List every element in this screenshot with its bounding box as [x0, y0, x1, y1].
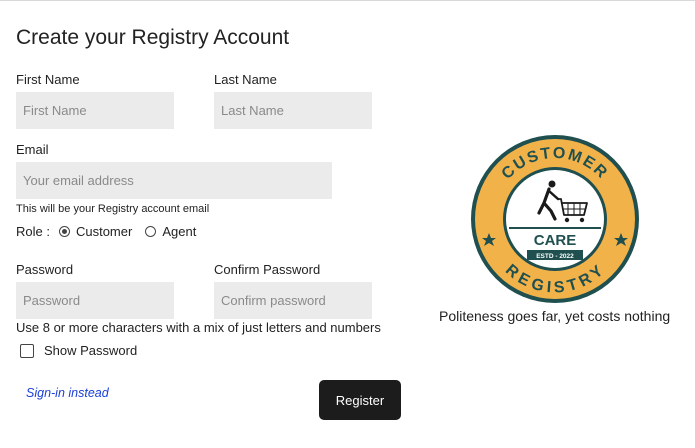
- show-password-label: Show Password: [44, 343, 138, 358]
- top-divider: [0, 0, 695, 1]
- password-hint: Use 8 or more characters with a mix of j…: [16, 320, 381, 335]
- password-input[interactable]: [16, 282, 174, 319]
- role-label: Role :: [16, 224, 50, 239]
- role-group: Role : Customer Agent: [16, 224, 196, 239]
- logo-estd-text: ESTD - 2022: [536, 253, 574, 260]
- customer-care-registry-logo: CUSTOMER REGISTRY CARE ESTD - 2022: [469, 133, 641, 305]
- role-option-customer[interactable]: Customer: [58, 224, 133, 239]
- email-label: Email: [16, 142, 49, 157]
- last-name-input[interactable]: [214, 92, 372, 129]
- email-input[interactable]: [16, 162, 332, 199]
- tagline: Politeness goes far, yet costs nothing: [439, 308, 671, 324]
- show-password-toggle[interactable]: Show Password: [20, 343, 137, 358]
- role-option-customer-label: Customer: [75, 224, 133, 239]
- page-title: Create your Registry Account: [16, 26, 290, 49]
- confirm-password-label: Confirm Password: [214, 262, 321, 277]
- first-name-input[interactable]: [16, 92, 174, 129]
- first-name-label: First Name: [16, 72, 80, 87]
- confirm-password-input[interactable]: [214, 282, 372, 319]
- agent-radio[interactable]: [145, 226, 157, 237]
- role-option-agent-label: Agent: [162, 224, 197, 239]
- register-button[interactable]: Register: [319, 380, 401, 420]
- last-name-label: Last Name: [214, 72, 277, 87]
- signin-link[interactable]: Sign-in instead: [26, 386, 109, 400]
- role-option-agent[interactable]: Agent: [145, 224, 196, 239]
- email-hint: This will be your Registry account email: [16, 203, 210, 215]
- show-password-checkbox[interactable]: [20, 343, 34, 358]
- logo-middle-text: CARE: [534, 232, 577, 249]
- customer-radio[interactable]: [58, 226, 70, 237]
- password-label: Password: [16, 262, 74, 277]
